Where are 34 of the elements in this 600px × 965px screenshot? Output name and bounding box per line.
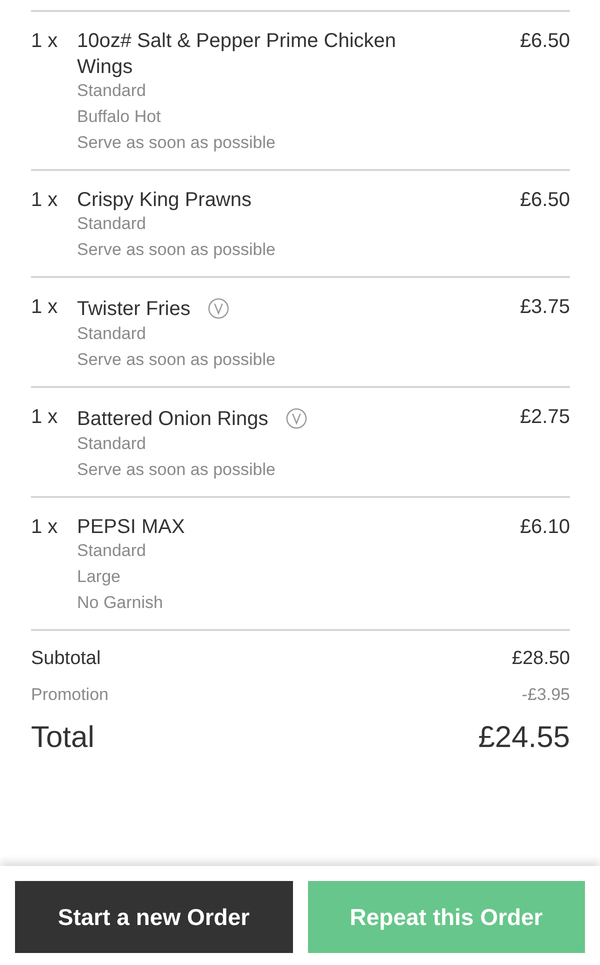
item-price: £6.50 — [520, 188, 570, 213]
item-option: Standard — [77, 78, 146, 104]
subtotal-amount: £28.50 — [512, 647, 570, 671]
item-option: Buffalo Hot — [77, 104, 161, 130]
item-option: No Garnish — [77, 590, 163, 616]
item-quantity: 1 x — [31, 188, 59, 213]
item-option: Serve as soon as possible — [77, 237, 276, 263]
order-button[interactable]: Start a new Order — [15, 881, 292, 953]
item-option: Serve as soon as possible — [77, 130, 276, 156]
item-name: 10oz# Salt & Pepper Prime Chicken Wings — [77, 29, 398, 80]
item-option: Standard — [77, 211, 146, 237]
item-price: £3.75 — [520, 295, 570, 320]
item-quantity: 1 x — [31, 295, 59, 320]
item-quantity: 1 x — [31, 29, 59, 54]
subtotal-label: Subtotal — [31, 647, 101, 671]
item-name: Crispy King Prawns — [77, 188, 252, 213]
item-price: £6.50 — [520, 29, 570, 54]
total-amount: £24.55 — [478, 720, 570, 756]
item-quantity: 1 x — [31, 515, 59, 540]
item-option: Standard — [77, 538, 146, 564]
item-option: Serve as soon as possible — [77, 347, 276, 373]
item-option: Standard — [77, 321, 146, 347]
item-price: £2.75 — [520, 405, 570, 430]
item-option: Large — [77, 564, 120, 590]
item-quantity: 1 x — [31, 405, 59, 430]
item-name: PEPSI MAX — [77, 515, 185, 540]
promotion-amount: -£3.95 — [522, 684, 570, 706]
item-name: Twister Fries — [77, 296, 190, 322]
total-label: Total — [31, 720, 94, 756]
promotion-label: Promotion — [31, 684, 108, 706]
item-price: £6.10 — [520, 515, 570, 540]
item-option: Standard — [77, 431, 146, 457]
item-option: Serve as soon as possible — [77, 457, 276, 483]
item-name: Battered Onion Rings — [77, 406, 268, 432]
